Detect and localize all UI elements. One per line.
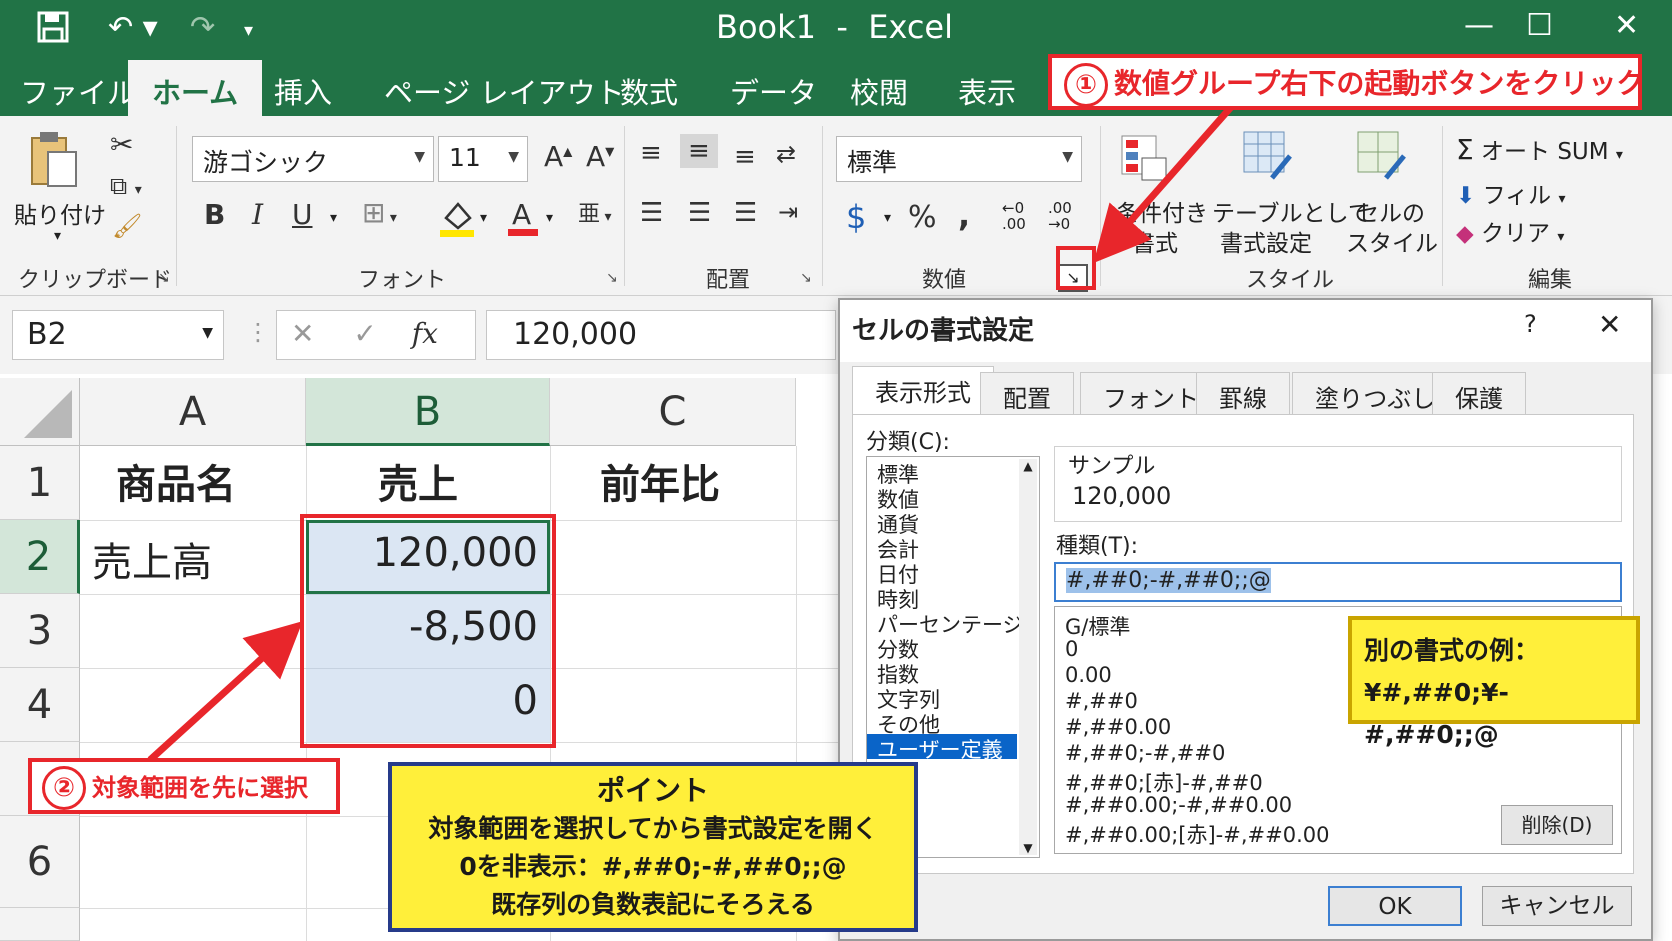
step2-callout: ② 対象範囲を先に選択	[28, 758, 340, 814]
step1-callout: ① 数値グループ右下の起動ボタンをクリック	[1048, 54, 1645, 110]
example-title: 別の書式の例：	[1364, 636, 1540, 665]
step2-text: 対象範囲を先に選択	[92, 774, 308, 802]
point-callout: ポイント 対象範囲を選択してから書式設定を開く 0を非表示：#,##0;-#,#…	[388, 762, 918, 932]
example-format: ¥#,##0;¥-#,##0;;@	[1364, 678, 1509, 749]
point-line-2: 0を非表示：#,##0;-#,##0;;@	[459, 852, 847, 881]
launcher-highlight-box	[1056, 246, 1096, 290]
step2-number: ②	[42, 766, 86, 810]
step1-text: 数値グループ右下の起動ボタンをクリック	[1114, 67, 1645, 100]
point-line-3: 既存列の負数表記にそろえる	[491, 890, 815, 919]
arrow-to-selection	[147, 621, 303, 763]
example-callout: 別の書式の例： ¥#,##0;¥-#,##0;;@	[1348, 616, 1640, 749]
arrow-to-launcher	[1093, 103, 1235, 263]
point-title: ポイント	[596, 774, 709, 807]
step1-number: ①	[1064, 63, 1108, 107]
point-line-1: 対象範囲を選択してから書式設定を開く	[428, 814, 878, 843]
